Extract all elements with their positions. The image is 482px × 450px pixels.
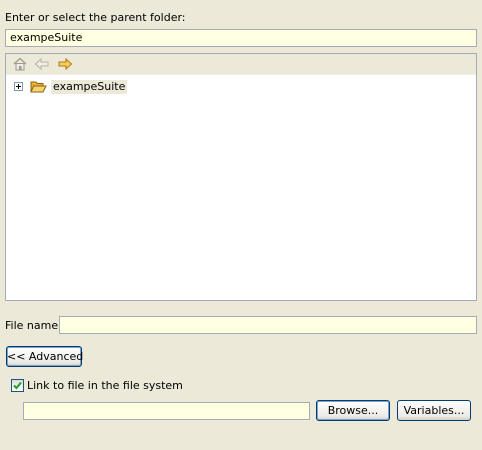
browse-button[interactable]: Browse... xyxy=(316,400,390,421)
link-checkbox-label: Link to file in the file system xyxy=(27,379,183,392)
expand-icon[interactable] xyxy=(14,82,23,91)
parent-folder-input[interactable]: exampeSuite xyxy=(5,29,477,47)
file-name-label: File name: xyxy=(5,319,62,332)
folder-open-icon xyxy=(30,79,47,94)
file-name-input[interactable] xyxy=(59,316,477,334)
advanced-button[interactable]: << Advanced xyxy=(6,346,83,367)
tree-item-label: exampeSuite xyxy=(51,80,128,94)
tree-toolbar xyxy=(6,54,476,75)
back-arrow-icon[interactable] xyxy=(34,57,50,71)
link-path-input[interactable] xyxy=(23,402,310,420)
parent-folder-label: Enter or select the parent folder: xyxy=(5,11,186,24)
variables-button[interactable]: Variables... xyxy=(397,400,471,421)
folder-tree[interactable]: exampeSuite xyxy=(5,53,477,301)
checkmark-icon xyxy=(13,381,22,390)
forward-arrow-icon[interactable] xyxy=(57,57,73,71)
tree-item[interactable]: exampeSuite xyxy=(14,79,134,95)
link-checkbox[interactable] xyxy=(11,379,24,392)
home-icon[interactable] xyxy=(12,57,28,71)
